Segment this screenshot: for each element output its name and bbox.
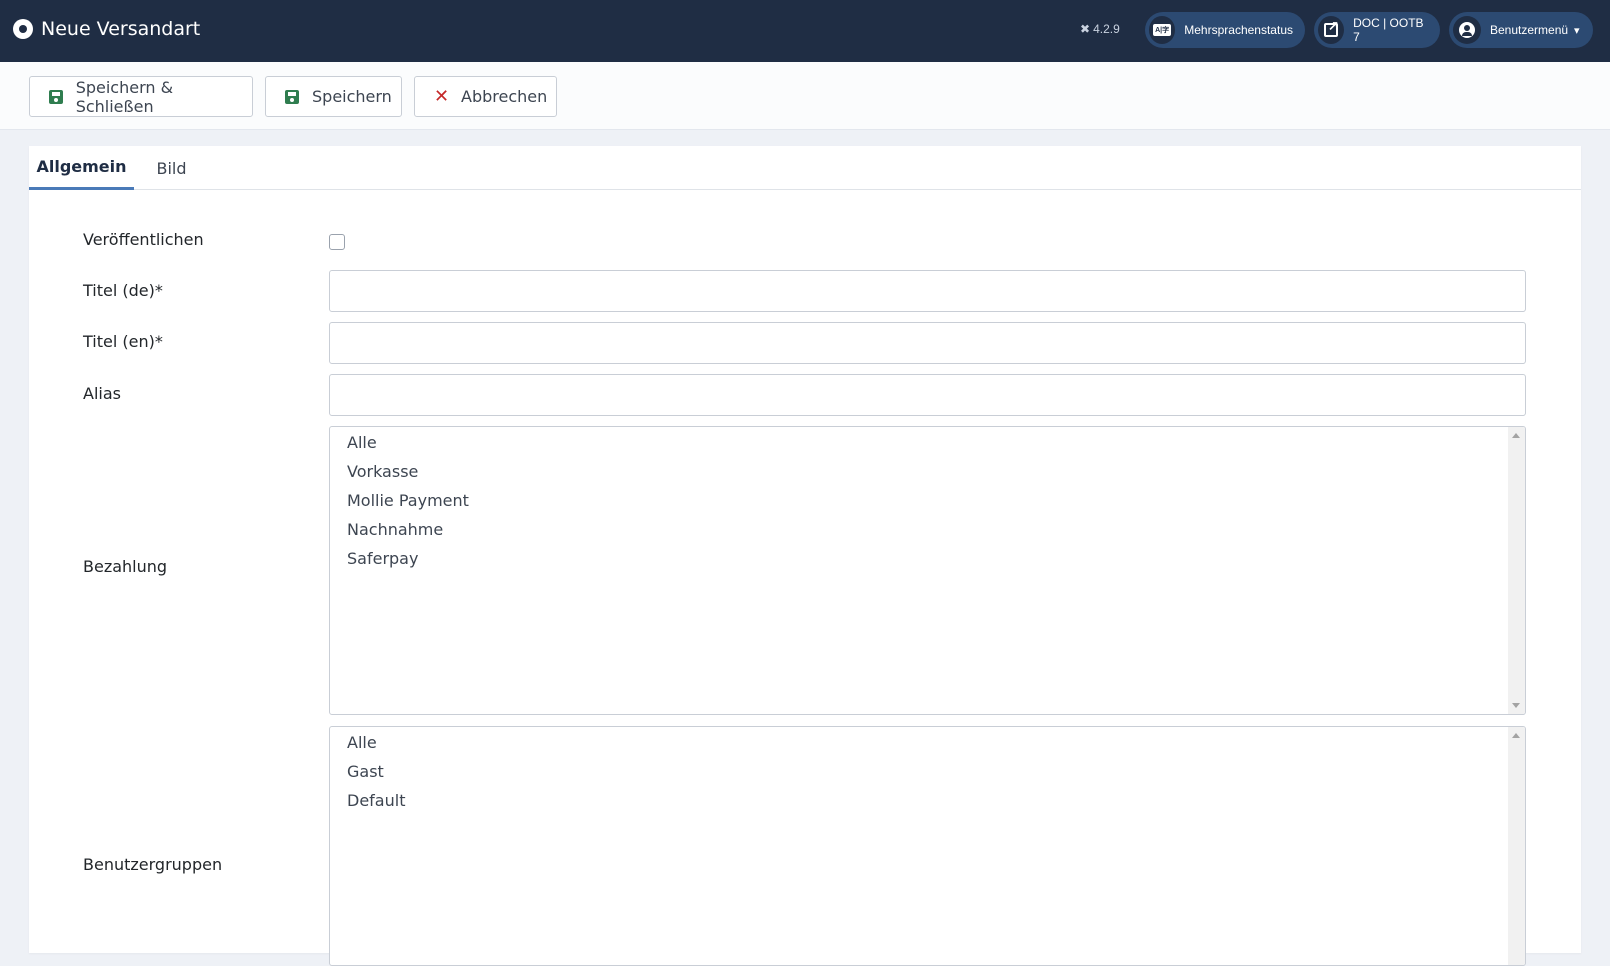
multilang-status-label: Mehrsprachenstatus bbox=[1184, 23, 1293, 37]
site-link-button[interactable]: DOC | OOTB 7 bbox=[1314, 12, 1440, 48]
tab-bar: Allgemein Bild bbox=[29, 146, 1581, 190]
user-menu-label: Benutzermenü bbox=[1490, 23, 1569, 37]
user-menu-button[interactable]: Benutzermenü ▾ bbox=[1449, 12, 1593, 48]
list-option[interactable]: Nachnahme bbox=[330, 515, 1525, 544]
alias-input[interactable] bbox=[329, 374, 1526, 416]
save-and-close-button[interactable]: Speichern & Schließen bbox=[29, 76, 253, 117]
title-en-input[interactable] bbox=[329, 322, 1526, 364]
language-icon: A|字 bbox=[1149, 16, 1176, 44]
scroll-down-icon[interactable] bbox=[1512, 703, 1520, 708]
usergroups-multiselect[interactable]: Alle Gast Default bbox=[329, 726, 1526, 966]
site-link-label: DOC | OOTB 7 bbox=[1353, 16, 1424, 44]
usergroups-options: Alle Gast Default bbox=[330, 727, 1525, 815]
list-option[interactable]: Alle bbox=[330, 728, 1525, 757]
scroll-up-icon[interactable] bbox=[1512, 433, 1520, 438]
multilang-status-button[interactable]: A|字 Mehrsprachenstatus bbox=[1145, 12, 1305, 48]
list-option[interactable]: Default bbox=[330, 786, 1525, 815]
alias-label: Alias bbox=[83, 384, 121, 403]
list-option[interactable]: Gast bbox=[330, 757, 1525, 786]
version-number: 4.2.9 bbox=[1093, 22, 1120, 36]
top-header: Neue Versandart ✖ 4.2.9 A|字 Mehrsprachen… bbox=[0, 0, 1610, 62]
cancel-button[interactable]: ✕ Abbrechen bbox=[414, 76, 557, 117]
payment-label: Bezahlung bbox=[83, 557, 168, 576]
external-link-icon bbox=[1318, 16, 1345, 44]
payment-multiselect[interactable]: Alle Vorkasse Mollie Payment Nachnahme Safer… bbox=[329, 426, 1526, 715]
page-title: Neue Versandart bbox=[41, 18, 201, 40]
save-icon bbox=[49, 89, 63, 104]
list-option[interactable]: Vorkasse bbox=[330, 457, 1525, 486]
list-option[interactable]: Alle bbox=[330, 428, 1525, 457]
chevron-down-icon: ▾ bbox=[1574, 24, 1580, 37]
list-option[interactable]: Mollie Payment bbox=[330, 486, 1525, 515]
user-circle-icon bbox=[1453, 16, 1481, 44]
joomla-icon: ✖ bbox=[1080, 22, 1091, 36]
save-and-close-label: Speichern & Schließen bbox=[75, 77, 174, 116]
payment-options: Alle Vorkasse Mollie Payment Nachnahme Safer… bbox=[330, 427, 1525, 573]
cancel-label: Abbrechen bbox=[461, 87, 548, 106]
save-button[interactable]: Speichern bbox=[265, 76, 402, 117]
scroll-up-icon[interactable] bbox=[1512, 733, 1520, 738]
usergroups-label: Benutzergruppen bbox=[83, 855, 223, 874]
publish-checkbox[interactable] bbox=[329, 234, 345, 250]
edit-form-panel: Allgemein Bild Veröffentlichen Titel (de… bbox=[29, 146, 1581, 966]
close-icon: ✕ bbox=[434, 86, 450, 107]
publish-label: Veröffentlichen bbox=[83, 230, 204, 249]
title-de-label: Titel (de)* bbox=[83, 281, 163, 300]
save-label: Speichern bbox=[312, 87, 392, 106]
tab-general[interactable]: Allgemein bbox=[29, 146, 134, 190]
version-info: ✖ 4.2.9 bbox=[1080, 22, 1120, 36]
usergroups-scrollbar[interactable] bbox=[1508, 727, 1525, 965]
payment-scrollbar[interactable] bbox=[1508, 427, 1525, 714]
title-de-input[interactable] bbox=[329, 270, 1526, 312]
title-en-label: Titel (en)* bbox=[83, 332, 163, 351]
joomla-logo-icon bbox=[13, 19, 33, 39]
list-option[interactable]: Saferpay bbox=[330, 544, 1525, 573]
action-toolbar: Speichern & Schließen Speichern ✕ Abbrec… bbox=[0, 62, 1610, 130]
tab-image[interactable]: Bild bbox=[134, 146, 209, 190]
save-icon bbox=[285, 89, 299, 104]
